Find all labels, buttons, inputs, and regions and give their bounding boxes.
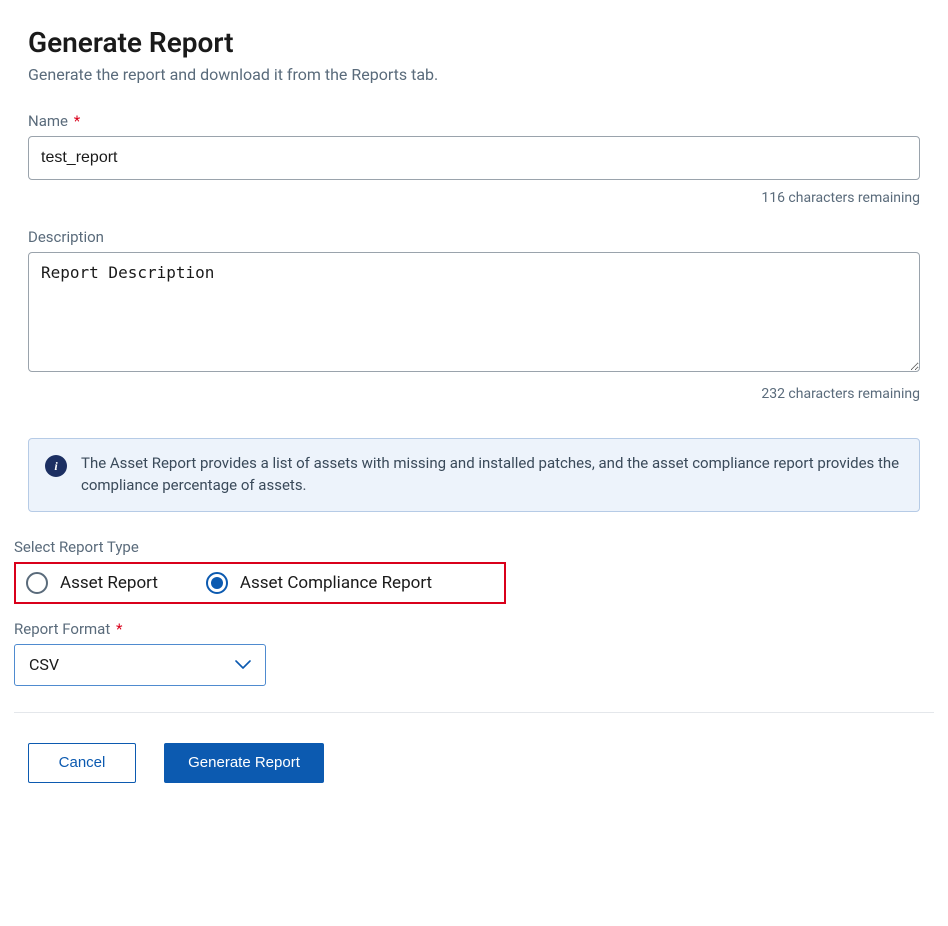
radio-label-asset-compliance-report: Asset Compliance Report	[240, 573, 432, 593]
description-label: Description	[28, 228, 920, 246]
info-banner: i The Asset Report provides a list of as…	[28, 438, 920, 512]
generate-report-button[interactable]: Generate Report	[164, 743, 324, 783]
description-textarea[interactable]	[28, 252, 920, 372]
radio-icon	[26, 572, 48, 594]
radio-icon	[206, 572, 228, 594]
action-row: Cancel Generate Report	[28, 743, 920, 783]
name-field-group: Name * 116 characters remaining	[28, 112, 920, 206]
report-format-select[interactable]: CSV	[14, 644, 266, 686]
name-label-text: Name	[28, 112, 68, 130]
report-format-group: Report Format * CSV	[14, 620, 920, 686]
report-type-radio-group: Asset Report Asset Compliance Report	[14, 562, 506, 604]
divider	[14, 712, 934, 713]
radio-asset-report[interactable]: Asset Report	[26, 572, 158, 594]
info-banner-text: The Asset Report provides a list of asse…	[81, 453, 903, 497]
required-star-icon: *	[74, 112, 80, 130]
name-char-remaining: 116 characters remaining	[28, 190, 920, 206]
report-format-value: CSV	[29, 655, 59, 674]
report-format-label-text: Report Format	[14, 620, 110, 638]
description-field-group: Description 232 characters remaining	[28, 228, 920, 402]
radio-dot-icon	[211, 577, 223, 589]
name-input[interactable]	[28, 136, 920, 180]
name-label: Name *	[28, 112, 920, 130]
required-star-icon: *	[116, 620, 122, 638]
chevron-down-icon	[235, 660, 251, 670]
cancel-button[interactable]: Cancel	[28, 743, 136, 783]
radio-label-asset-report: Asset Report	[60, 573, 158, 593]
radio-asset-compliance-report[interactable]: Asset Compliance Report	[206, 572, 432, 594]
info-icon: i	[45, 455, 67, 477]
report-type-label: Select Report Type	[14, 538, 920, 556]
page-title: Generate Report	[28, 26, 920, 59]
page-subtitle: Generate the report and download it from…	[28, 65, 920, 84]
description-char-remaining: 232 characters remaining	[28, 386, 920, 402]
report-format-label: Report Format *	[14, 620, 920, 638]
